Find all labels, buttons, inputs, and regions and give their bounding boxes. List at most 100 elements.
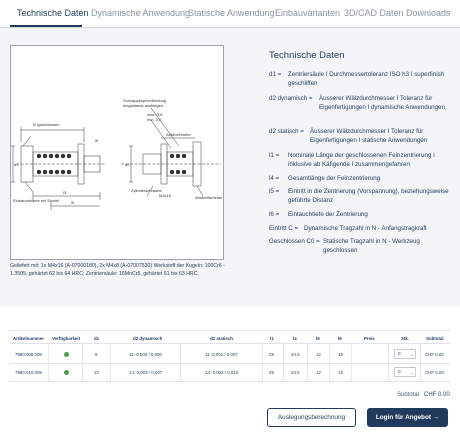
col-l4: l4 [293,336,297,341]
tab-statische-anwendung[interactable]: Statische Anwendung [188,8,275,18]
tab-bar: Technische Daten Dynamische Anwendung St… [0,0,460,28]
column-separator [329,343,330,381]
spec-key: Geschlossen C0 = [269,238,320,245]
spec-row: Geschlossen C0 = Statische Tragzahl in N… [269,238,451,256]
tab-technische-daten[interactable]: Technische Daten [17,8,89,18]
column-separator [388,343,389,381]
label-l3: l3 [63,190,67,195]
label-d1: d1 [14,162,19,167]
cell-subtotal: CHF 0.00 [425,352,444,357]
cell-l4: 34.5 [291,352,300,357]
col-d2-statisch: d2 statisch [210,336,233,341]
technical-drawing: Schnappkopfverbindung eingestanzt ausbie… [10,45,224,260]
availability-dot [64,352,69,357]
cell-l5: 12 [316,370,321,375]
quantity-stepper-icon[interactable]: ⌃ ⌄ [410,367,413,375]
cell-subtotal: CHF 0.00 [425,370,444,375]
spec-row: l6 = Eintauchtiefe der Zentrierung [269,211,451,220]
table-header-border [10,343,450,344]
tab-downloads[interactable]: Downloads [406,8,451,18]
spec-row: d1 = Zentriersäule I Durchmessertoleranz… [269,71,451,89]
tab-einbauvarianten[interactable]: Einbauvarianten [275,8,340,18]
drawing-svg [11,107,221,210]
col-stk: Stk. [401,336,410,341]
cell-d2-dyn: 11 -0,002 / 0,006 [129,352,162,357]
spec-value: Statische Tragzahl in N - Werkzeug gesch… [323,238,420,254]
spec-row: d2 statisch = Äusserer Wälzdurchmesser I… [269,128,451,146]
label-l1-geschlossen: l1 geschlossen [33,122,60,127]
label-zylinderschraube: Zylinderschraube [131,188,162,193]
spec-value: Dynamische Tragzahl in N - Anfangstragkr… [304,225,427,232]
spec-value: Nominale Länge der geschlossenen Feinzen… [288,152,435,168]
column-separator [262,343,263,381]
spec-row: d2 dynamisch = Äusserer Wälzdurchmesser … [269,95,451,122]
spec-value: Eintauchtiefe der Zentrierung [288,211,368,218]
col-l1: l1 [270,336,274,341]
column-separator [82,343,83,381]
column-separator [48,343,49,381]
spec-key: l1 = [269,152,280,159]
col-l5: l5 [316,336,320,341]
col-d1: d1 [94,336,100,341]
spec-row: l4 = Gesamtlänge der Feinzentrierung [269,175,451,184]
cell-l1: 29 [269,352,274,357]
subtotal-label: Subtotal [397,392,420,398]
quantity-stepper-icon[interactable]: ⌃ ⌄ [410,349,413,357]
spec-key: l5 = [269,188,280,195]
col-artikelnummer: Artikelnummer [13,336,44,341]
spec-key: d1 = [269,71,282,78]
cell-artikel[interactable]: 7980.008.009 [15,352,42,357]
auslegungsberechnung-button[interactable]: Auslegungsberechnung [267,408,356,427]
label-l6: l6 [95,138,99,143]
cell-l1: 29 [269,370,274,375]
login-for-quote-button[interactable]: Login für Angebot → [367,408,448,427]
tab-3d-cad-daten[interactable]: 3D/CAD Daten [344,8,404,18]
column-separator [420,343,421,381]
specs-title: Technische Daten [269,50,345,61]
tab-dynamische-anwendung[interactable]: Dynamische Anwendung [91,8,190,18]
column-separator [110,343,111,381]
spec-value: Äusserer Wälzdurchmesser I Toleranz für … [319,95,445,111]
label-einbauvariante: Einbauvariante mit Sockel [13,198,60,203]
spec-value: Eintritt in die Zentrierung (Vorspannung… [288,188,449,204]
col-l6: l6 [338,336,342,341]
spec-value: Zentriersäule I Durchmessertoleranz ISO … [288,71,445,87]
row-divider [10,381,450,382]
column-separator [283,343,284,381]
delivery-note: Geliefert mit: 1x M4x16 (A-07000180), 2x… [10,263,225,277]
cell-l6: 15 [338,370,343,375]
cell-d1: 10 [94,370,99,375]
spec-key: Eintritt C = [269,225,299,232]
label-abstreifmutter: Abstreifmutter [166,132,191,137]
spec-key: d2 dynamisch = [269,95,313,102]
spec-key: l4 = [269,175,280,182]
spec-key: l6 = [269,211,280,218]
spec-row: l1 = Nominale Länge der geschlossenen Fe… [269,152,451,170]
cell-d2-stat: 11 -0,001 / 0,007 [205,352,238,357]
spec-value: Gesamtlänge der Feinzentrierung [288,175,381,182]
label-eingestanzt: eingestanzt ausbiegen [123,103,164,108]
cell-l5: 12 [316,352,321,357]
col-verfuegbarkeit: Verfügbarkeit [52,336,81,341]
label-d2: d2 [125,162,130,167]
cell-d2-dyn: 14 -0,003 / 0,007 [129,370,163,375]
label-m4x16: M4x16 [159,193,172,198]
spec-row: l5 = Eintritt in die Zentrierung (Vorspa… [269,188,451,206]
spec-row: Eintritt C = Dynamische Tragzahl in N - … [269,225,451,234]
table-top-border [10,330,450,331]
column-separator [307,343,308,381]
availability-dot [64,370,69,375]
cell-artikel[interactable]: 7980.010.009 [15,370,42,375]
label-l5: l5 [71,200,75,205]
cell-l6: 15 [338,352,343,357]
spec-key: d2 statisch = [269,128,304,135]
label-abstreifscheibe: Abstreifscheibe [195,195,223,200]
column-separator [351,343,352,381]
column-separator [180,343,181,381]
col-subtotal: Subtotal [426,336,444,341]
active-tab-indicator [10,25,82,27]
col-d2-dynamisch: d2 dynamisch [133,336,163,341]
spec-value: Äusserer Wälzdurchmesser I Toleranz für … [310,128,428,144]
cell-d1: 8 [95,352,98,357]
row-divider [10,363,450,364]
